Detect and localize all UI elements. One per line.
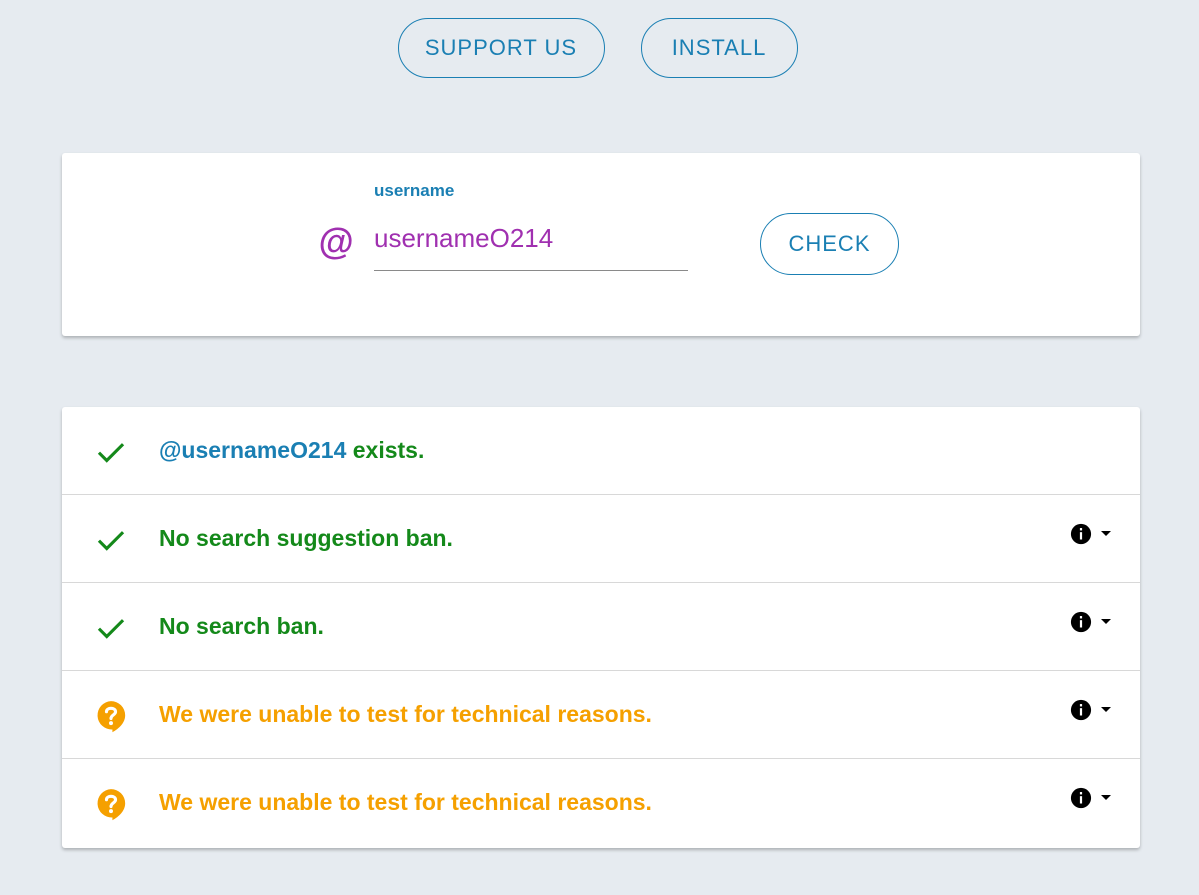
result-message: No search suggestion ban. bbox=[159, 525, 453, 551]
info-icon bbox=[1070, 787, 1092, 809]
chevron-down-icon bbox=[1101, 619, 1111, 624]
support-us-button[interactable]: SUPPORT US bbox=[397, 18, 605, 78]
question-bubble-icon bbox=[97, 789, 126, 821]
info-toggle-button[interactable] bbox=[1070, 523, 1112, 545]
result-row-ghost-ban: We were unable to test for technical rea… bbox=[62, 671, 1140, 759]
checkmark-icon bbox=[97, 443, 125, 463]
top-button-bar: SUPPORT US INSTALL bbox=[0, 18, 1199, 78]
checkmark-icon bbox=[97, 531, 125, 551]
result-text: @usernameO214 exists. bbox=[159, 437, 424, 464]
checkmark-icon bbox=[97, 619, 125, 639]
info-toggle-button[interactable] bbox=[1070, 787, 1112, 809]
username-field-label: username bbox=[374, 181, 455, 200]
check-button[interactable]: CHECK bbox=[760, 213, 899, 275]
install-button[interactable]: INSTALL bbox=[640, 18, 798, 78]
result-row-search-ban: No search ban. bbox=[62, 583, 1140, 671]
info-icon bbox=[1070, 611, 1092, 633]
question-bubble-icon bbox=[97, 701, 126, 733]
results-card: @usernameO214 exists. No search suggesti… bbox=[62, 407, 1140, 848]
chevron-down-icon bbox=[1101, 707, 1111, 712]
result-message: We were unable to test for technical rea… bbox=[159, 701, 652, 727]
result-message: We were unable to test for technical rea… bbox=[159, 789, 652, 815]
result-handle: @usernameO214 bbox=[159, 437, 347, 463]
chevron-down-icon bbox=[1101, 531, 1111, 536]
info-icon bbox=[1070, 523, 1092, 545]
result-row-exists: @usernameO214 exists. bbox=[62, 407, 1140, 495]
info-icon bbox=[1070, 699, 1092, 721]
result-message: exists. bbox=[346, 437, 425, 463]
info-toggle-button[interactable] bbox=[1070, 611, 1112, 633]
search-card: @ username CHECK bbox=[62, 153, 1140, 336]
info-toggle-button[interactable] bbox=[1070, 699, 1112, 721]
at-sign-icon: @ bbox=[318, 221, 354, 262]
username-input[interactable] bbox=[374, 215, 688, 271]
chevron-down-icon bbox=[1101, 795, 1111, 800]
result-message: No search ban. bbox=[159, 613, 324, 639]
result-row-search-suggestion-ban: No search suggestion ban. bbox=[62, 495, 1140, 583]
result-row-reply-deboosting: We were unable to test for technical rea… bbox=[62, 759, 1140, 847]
